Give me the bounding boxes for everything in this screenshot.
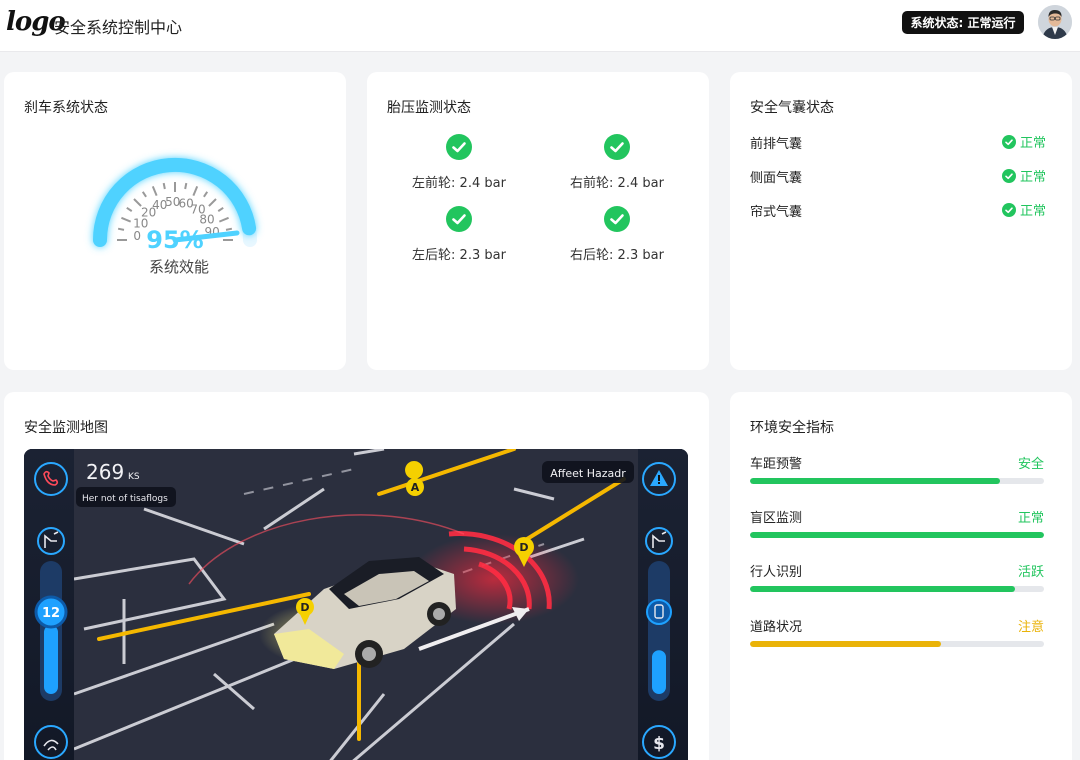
gauge-label: 系统效能 [149, 258, 209, 276]
check-circle-icon [1001, 202, 1016, 217]
airbag-row-front: 前排气囊 正常 [750, 131, 1046, 152]
gauge-tick [225, 227, 233, 231]
check-circle-icon [1001, 168, 1016, 183]
env-status: 正常 [1017, 511, 1044, 526]
gauge-tick [126, 206, 133, 212]
env-progress-track [750, 532, 1044, 538]
gauge-tick-label: 0 [133, 229, 141, 243]
gauge-tick [208, 198, 217, 207]
env-progress-track [750, 586, 1044, 592]
marker-label-d2: D [300, 601, 309, 614]
airbag-status-card: 安全气囊状态 前排气囊 正常 侧面气囊 正常 帘式气囊 正常 [730, 72, 1072, 370]
tire-card-title: 胎压监测状态 [387, 100, 471, 116]
speed-value: 269 [86, 460, 124, 484]
avatar-icon [1038, 5, 1072, 39]
env-label: 车距预警 [750, 457, 803, 472]
gauge-tick [141, 191, 147, 198]
tire-reading: 左前轮: 2.4 bar [412, 176, 506, 191]
map-scene: A D D 12 $ 269 KS Her not of tisaflogs A… [24, 449, 688, 760]
env-label: 道路状况 [750, 620, 803, 635]
tire-rear-left: 左后轮: 2.3 bar [379, 206, 539, 263]
gauge-tick [162, 182, 166, 190]
gauge-tick [121, 216, 132, 223]
check-circle-icon [1001, 134, 1016, 149]
check-circle-icon [604, 134, 630, 160]
airbag-status: 正常 [1001, 200, 1046, 219]
map-tooltip: Her not of tisaflogs [82, 494, 168, 504]
check-circle-icon [604, 206, 630, 232]
airbag-label: 前排气囊 [750, 137, 803, 152]
tire-reading: 右后轮: 2.3 bar [570, 248, 664, 263]
tire-reading: 右前轮: 2.4 bar [570, 176, 664, 191]
safety-map-card: 安全监测地图 A D D 12 $ 269 KS Her not of tisa… [4, 392, 709, 760]
gauge-tick [133, 198, 142, 207]
env-status: 活跃 [1017, 565, 1044, 580]
marker-label-d: D [519, 541, 528, 554]
tire-front-right: 右前轮: 2.4 bar [537, 134, 697, 191]
env-label: 盲区监测 [750, 511, 803, 526]
env-status: 安全 [1017, 457, 1044, 472]
airbag-status: 正常 [1001, 166, 1046, 185]
check-circle-icon [446, 206, 472, 232]
tire-pressure-card: 胎压监测状态 左前轮: 2.4 bar 右前轮: 2.4 bar 左后轮: 2.… [367, 72, 709, 370]
env-progress-fill [750, 532, 1044, 538]
airbag-row-curtain: 帘式气囊 正常 [750, 199, 1046, 220]
tire-reading: 左后轮: 2.3 bar [412, 248, 506, 263]
brake-efficiency-gauge: 01020405060708090 95% 系统效能 [92, 157, 257, 276]
left-dial-value: 12 [42, 606, 60, 621]
marker-label-a: A [411, 481, 420, 494]
gauge-tick [184, 182, 188, 190]
env-progress-fill [750, 586, 1015, 592]
env-progress-fill [750, 641, 942, 647]
airbag-status-text: 正常 [1019, 170, 1046, 185]
left-slider-fill [44, 625, 58, 694]
env-progress-track [750, 478, 1044, 484]
svg-text:$: $ [653, 734, 665, 754]
user-avatar[interactable] [1038, 5, 1072, 39]
speed-unit: KS [128, 472, 140, 482]
check-circle-icon [446, 134, 472, 160]
airbag-row-side: 侧面气囊 正常 [750, 165, 1046, 186]
gauge-tick [192, 186, 199, 197]
airbag-status-text: 正常 [1019, 204, 1046, 219]
airbag-label: 帘式气囊 [750, 205, 803, 220]
env-status: 注意 [1017, 620, 1044, 635]
safety-map[interactable]: A D D 12 $ 269 KS Her not of tisaflogs A… [24, 449, 688, 760]
app-header: logo 安全系统控制中心 系统状态: 正常运行 [0, 0, 1080, 52]
airbag-status: 正常 [1001, 132, 1046, 151]
airbag-label: 侧面气囊 [750, 171, 803, 186]
gauge-tick [117, 227, 125, 231]
environment-safety-card: 环境安全指标 车距预警 安全 盲区监测 正常 行人识别 活跃 道路状况 注意 [730, 392, 1072, 760]
map-card-title: 安全监测地图 [24, 420, 108, 436]
brake-card-title: 刹车系统状态 [24, 100, 108, 116]
tire-front-left: 左前轮: 2.4 bar [379, 134, 539, 191]
env-card-title: 环境安全指标 [750, 420, 834, 436]
env-progress-track [750, 641, 1044, 647]
gauge-tick [151, 186, 158, 197]
env-row-distance: 车距预警 安全 [750, 453, 1044, 493]
right-slider-fill [652, 650, 666, 694]
gauge-tick [217, 206, 224, 212]
airbag-status-text: 正常 [1019, 136, 1046, 151]
gauge-tick [218, 216, 229, 223]
gauge-tick [203, 191, 209, 198]
airbag-card-title: 安全气囊状态 [750, 100, 834, 116]
brake-status-card: 刹车系统状态 0 10 20 40 50 60 70 80 90 95% 系统效能 [4, 72, 346, 370]
env-row-road: 道路状况 注意 [750, 616, 1044, 656]
env-label: 行人识别 [750, 565, 803, 580]
env-progress-fill [750, 478, 1000, 484]
hazard-alert-text: Affeet Hazadr [550, 467, 626, 480]
page-title: 安全系统控制中心 [54, 18, 183, 37]
env-row-blindspot: 盲区监测 正常 [750, 507, 1044, 547]
env-row-pedestrian: 行人识别 活跃 [750, 561, 1044, 601]
system-status-badge: 系统状态: 正常运行 [902, 11, 1024, 34]
tire-rear-right: 右后轮: 2.3 bar [537, 206, 697, 263]
